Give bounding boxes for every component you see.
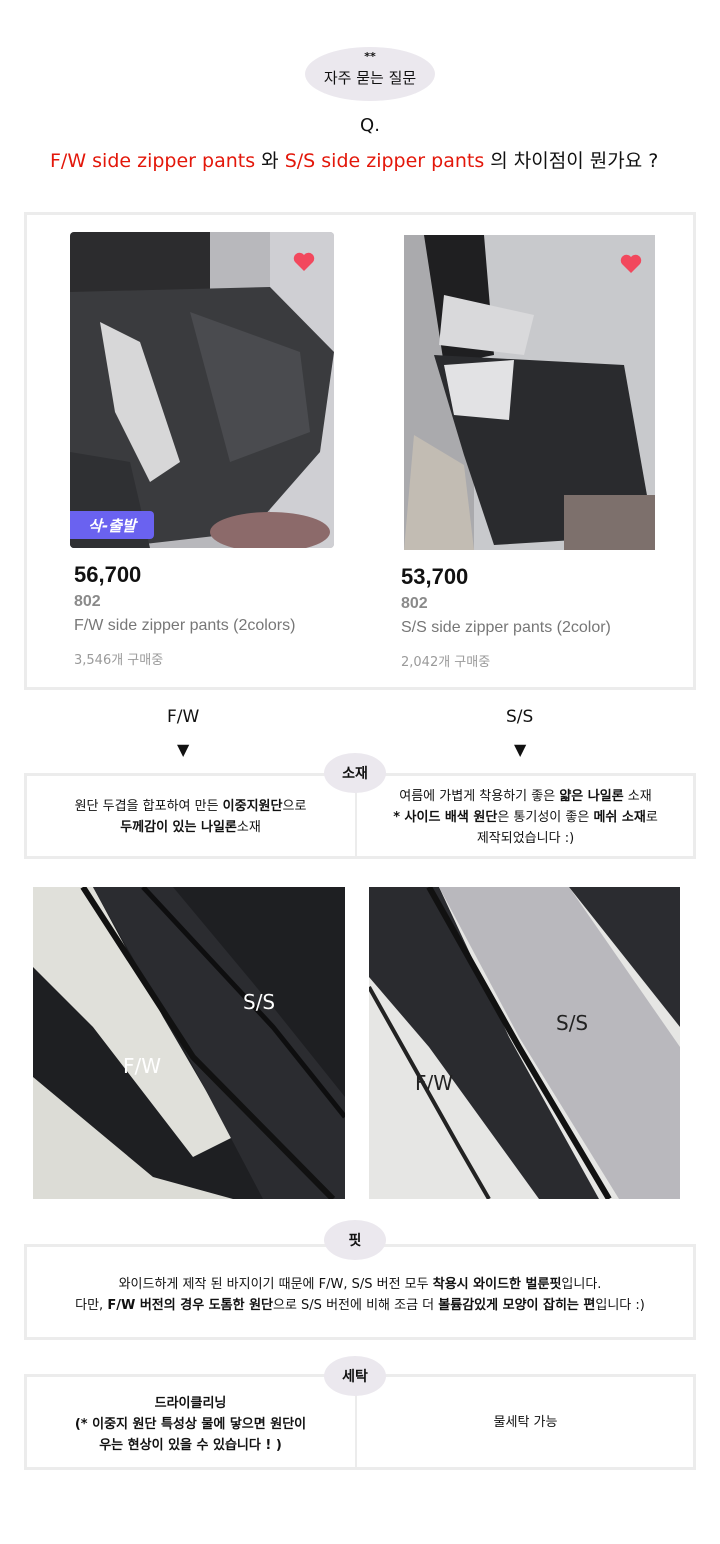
wash-right-text: 물세탁 가능 <box>493 1415 558 1430</box>
material-left-line1a: 원단 두겹을 합포하여 만든 <box>74 799 223 814</box>
fw-label: F/W <box>167 707 200 727</box>
product-photo-fw-graphic <box>70 232 334 548</box>
wash-left-text: 드라이클리닝 (* 이중지 원단 특성상 물에 닿으면 원단이 우는 현상이 있… <box>26 1393 355 1456</box>
material-left-line1c: 으로 <box>282 799 307 814</box>
detail-photo-2-fw-label: F/W <box>415 1071 454 1095</box>
fit-line2e: 입니다 :) <box>595 1298 645 1313</box>
fit-text: 와이드하게 제작 된 바지이기 때문에 F/W, S/S 버전 모두 착용시 와… <box>26 1274 694 1316</box>
detail-photo-1: S/S F/W <box>33 887 345 1199</box>
detail-photo-2-ss-label: S/S <box>556 1011 589 1035</box>
material-left-text: 원단 두겹을 합포하여 만든 이중지원단으로 두께감이 있는 나일론소재 <box>26 796 355 838</box>
question-ss: S/S side zipper pants <box>284 150 485 172</box>
wash-left-line3: 우는 현상이 있을 수 있습니다 ! ) <box>99 1438 282 1453</box>
product-name[interactable]: S/S side zipper pants (2color) <box>401 619 611 637</box>
wash-left-line1: 드라이클리닝 <box>154 1396 227 1411</box>
material-right-line1a: 여름에 가볍게 착용하기 좋은 <box>399 789 560 804</box>
material-right-line2b: 은 통기성이 좋은 <box>497 810 594 825</box>
question-rest: 의 차이점이 뭔가요 ? <box>484 150 659 172</box>
material-right-line2d: 로 <box>645 810 658 825</box>
material-left-line2a: 두께감이 있는 나일론 <box>120 820 237 835</box>
product-name[interactable]: F/W side zipper pants (2colors) <box>74 617 295 635</box>
product-image-ss[interactable] <box>404 235 655 550</box>
product-sold-count: 2,042개 구매중 <box>401 655 491 670</box>
q-label: Q. <box>360 115 380 136</box>
detail-photo-1-ss-label: S/S <box>243 990 276 1014</box>
material-right-line2a: * 사이드 배색 원단 <box>393 810 498 825</box>
product-photo-ss-graphic <box>404 235 655 550</box>
fit-line2d: 볼륨감있게 모양이 잡히는 편 <box>438 1298 596 1313</box>
fit-title: 핏 <box>324 1220 386 1260</box>
fit-line2b: F/W 버전의 경우 도톰한 원단 <box>107 1298 273 1313</box>
question-title: F/W side zipper pants 와 S/S side zipper … <box>50 146 710 173</box>
product-sold-count: 3,546개 구매중 <box>74 653 164 668</box>
material-right-line1b: 얇은 나일론 <box>559 789 624 804</box>
wash-left-line2: (* 이중지 원단 특성상 물에 닿으면 원단이 <box>74 1417 307 1432</box>
faq-stars: ** <box>364 50 376 63</box>
fit-line1b: 착용시 와이드한 벌룬핏 <box>432 1277 562 1292</box>
detail-photo-2: S/S F/W <box>369 887 680 1199</box>
product-brand[interactable]: 802 <box>74 593 101 611</box>
product-price: 53,700 <box>401 564 469 589</box>
material-right-line2c: 메쉬 소재 <box>593 810 646 825</box>
down-triangle-icon: ▼ <box>514 740 527 759</box>
heart-icon[interactable] <box>292 250 316 274</box>
product-brand[interactable]: 802 <box>401 595 428 613</box>
detail-photo-1-graphic <box>33 887 345 1199</box>
down-triangle-icon: ▼ <box>177 740 190 759</box>
detail-photo-1-fw-label: F/W <box>123 1054 162 1078</box>
product-image-fw[interactable]: 삭-출발 <box>70 232 334 548</box>
detail-photo-2-graphic <box>369 887 680 1199</box>
material-right-line3: 제작되었습니다 :) <box>476 831 575 846</box>
question-and: 와 <box>255 150 285 172</box>
wash-title: 세탁 <box>324 1356 386 1396</box>
faq-pill: ** 자주 묻는 질문 <box>305 47 435 101</box>
fit-line2a: 다만, <box>75 1298 108 1313</box>
material-left-line2b: 소재 <box>236 820 261 835</box>
heart-icon[interactable] <box>619 252 643 276</box>
fit-line1c: 입니다. <box>561 1277 602 1292</box>
faq-label: 자주 묻는 질문 <box>323 69 417 87</box>
material-right-text: 여름에 가볍게 착용하기 좋은 얇은 나일론 소재 * 사이드 배색 원단은 통… <box>357 786 694 849</box>
material-left-line1b: 이중지원단 <box>222 799 283 814</box>
fit-line2c: 으로 S/S 버전에 비해 조금 더 <box>273 1298 439 1313</box>
product-price: 56,700 <box>74 562 142 587</box>
ss-label: S/S <box>506 707 534 727</box>
material-right-line1c: 소재 <box>623 789 652 804</box>
product-badge: 삭-출발 <box>70 511 154 539</box>
question-fw: F/W side zipper pants <box>50 150 256 172</box>
fit-line1a: 와이드하게 제작 된 바지이기 때문에 F/W, S/S 버전 모두 <box>118 1277 433 1292</box>
